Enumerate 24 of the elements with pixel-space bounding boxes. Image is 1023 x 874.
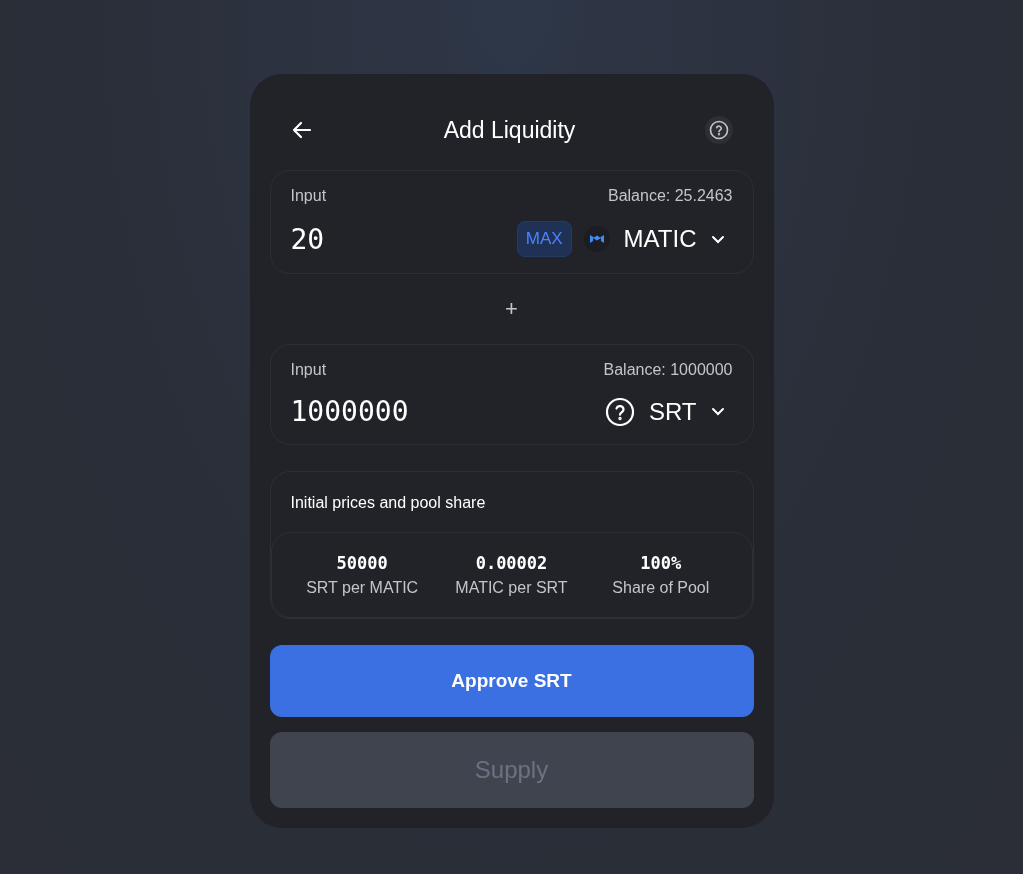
stat-value: 50000 bbox=[336, 553, 388, 573]
max-button[interactable]: MAX bbox=[516, 221, 572, 257]
amount-field[interactable]: 1000000 bbox=[290, 395, 511, 428]
balance-text: Balance: 1000000 bbox=[603, 361, 733, 379]
stat-label: SRT per MATIC bbox=[306, 579, 419, 597]
approve-button[interactable]: Approve SRT bbox=[269, 645, 754, 717]
balance-text: Balance: 25.2463 bbox=[607, 187, 733, 205]
amount-field[interactable]: 20 bbox=[290, 222, 511, 256]
stat-label: MATIC per SRT bbox=[455, 579, 568, 597]
token-selector[interactable]: SRT bbox=[604, 396, 733, 427]
chevron-down-icon bbox=[710, 234, 725, 244]
page-title: Add Liquidity bbox=[443, 116, 576, 144]
input-label: Input bbox=[290, 361, 327, 379]
question-mark-icon bbox=[604, 396, 635, 427]
input-label: Input bbox=[290, 187, 327, 205]
token-selector[interactable]: MATIC bbox=[583, 225, 733, 253]
token-logo-icon bbox=[583, 226, 610, 252]
chevron-down-icon bbox=[710, 407, 725, 416]
stat-label: Share of Pool bbox=[612, 579, 710, 597]
stat-value: 0.00002 bbox=[475, 553, 548, 573]
prices-title: Initial prices and pool share bbox=[289, 493, 487, 513]
stat-value: 100% bbox=[640, 553, 682, 573]
plus-sign: + bbox=[505, 295, 518, 323]
help-button[interactable] bbox=[705, 116, 734, 144]
